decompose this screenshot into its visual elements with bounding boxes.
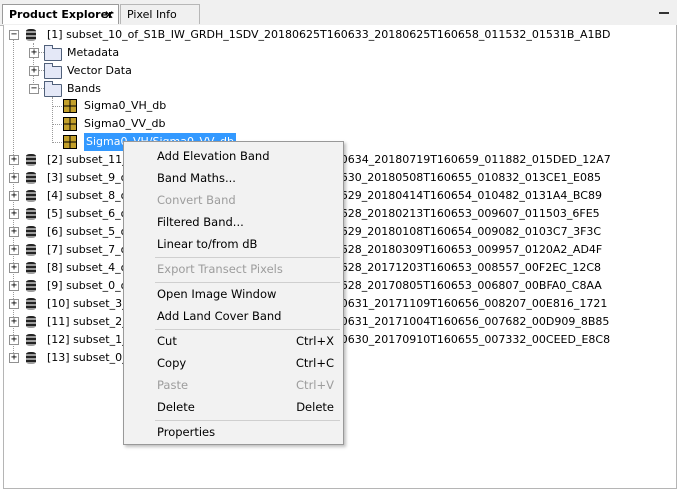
product-icon [26, 316, 36, 328]
menu-item-cut[interactable]: Cut Ctrl+X [124, 330, 343, 352]
tree-item-label: [1] subset_10_of_S1B_IW_GRDH_1SDV_201806… [47, 28, 611, 41]
expand-toggle-icon[interactable]: + [29, 66, 39, 76]
menu-item-label: Filtered Band... [157, 215, 244, 229]
menu-item-shortcut: Ctrl+C [295, 356, 334, 370]
product-icon [26, 280, 36, 292]
collapse-toggle-icon[interactable]: − [9, 30, 19, 40]
menu-item-export-transect-pixels: Export Transect Pixels [124, 258, 343, 280]
product-icon [26, 208, 36, 220]
product-icon [26, 298, 36, 310]
menu-item-label: Export Transect Pixels [157, 262, 283, 276]
tree-connector [52, 124, 62, 125]
minimize-icon[interactable] [659, 12, 669, 14]
product-icon [26, 154, 36, 166]
menu-item-label: Cut [157, 334, 177, 348]
expand-toggle-icon[interactable]: + [9, 299, 19, 309]
tab-pixel-info[interactable]: Pixel Info [120, 4, 200, 24]
menu-item-convert-band: Convert Band [124, 189, 343, 211]
context-menu: Add Elevation Band Band Maths... Convert… [123, 141, 344, 445]
menu-item-label: Band Maths... [157, 171, 236, 185]
tree-connector [52, 97, 53, 143]
tree-item-label: Sigma0_VH_db [84, 99, 167, 112]
expand-toggle-icon[interactable]: + [9, 263, 19, 273]
menu-item-label: Convert Band [157, 193, 236, 207]
tab-bar: Product Explorer ✕ Pixel Info [0, 0, 677, 26]
menu-item-linear-to-from-db[interactable]: Linear to/from dB [124, 233, 343, 255]
tree-item-label: Vector Data [67, 64, 132, 77]
menu-item-properties[interactable]: Properties [124, 421, 343, 443]
product-icon [26, 172, 36, 184]
menu-item-shortcut: Delete [296, 400, 334, 414]
menu-item-filtered-band[interactable]: Filtered Band... [124, 211, 343, 233]
expand-toggle-icon[interactable]: + [9, 317, 19, 327]
expand-toggle-icon[interactable]: + [9, 173, 19, 183]
collapse-toggle-icon[interactable]: − [29, 84, 39, 94]
expand-toggle-icon[interactable]: + [9, 245, 19, 255]
menu-item-band-maths[interactable]: Band Maths... [124, 167, 343, 189]
expand-toggle-icon[interactable]: + [9, 227, 19, 237]
product-icon [26, 29, 36, 41]
tab-pixel-info-label: Pixel Info [127, 8, 177, 21]
menu-item-label: Open Image Window [157, 287, 277, 301]
product-icon [26, 244, 36, 256]
expand-toggle-icon[interactable]: + [9, 353, 19, 363]
tree-connector [52, 142, 62, 143]
menu-item-label: Properties [157, 425, 216, 439]
close-icon[interactable]: ✕ [104, 5, 114, 25]
menu-item-shortcut: Ctrl+V [296, 378, 334, 392]
menu-item-open-image-window[interactable]: Open Image Window [124, 283, 343, 305]
menu-item-shortcut: Ctrl+X [296, 334, 334, 348]
menu-item-label: Delete [157, 400, 195, 414]
menu-item-delete[interactable]: Delete Delete [124, 396, 343, 418]
band-icon [63, 99, 77, 113]
folder-icon [44, 45, 62, 61]
expand-toggle-icon[interactable]: + [9, 281, 19, 291]
band-icon [63, 117, 77, 131]
product-icon [26, 262, 36, 274]
menu-item-label: Add Elevation Band [157, 149, 270, 163]
menu-item-label: Paste [157, 378, 189, 392]
expand-toggle-icon[interactable]: + [9, 335, 19, 345]
tree-item-label: Bands [67, 82, 101, 95]
menu-item-label: Copy [157, 356, 187, 370]
tree-connector [52, 106, 62, 107]
tab-product-explorer[interactable]: Product Explorer ✕ [2, 4, 119, 24]
menu-item-copy[interactable]: Copy Ctrl+C [124, 352, 343, 374]
menu-item-label: Linear to/from dB [157, 237, 258, 251]
product-icon [26, 226, 36, 238]
tree-item-label: Metadata [67, 46, 120, 59]
band-icon [63, 135, 77, 149]
product-icon [26, 352, 36, 364]
menu-item-add-land-cover-band[interactable]: Add Land Cover Band [124, 305, 343, 327]
folder-open-icon [44, 81, 62, 97]
menu-item-add-elevation-band[interactable]: Add Elevation Band [124, 145, 343, 167]
expand-toggle-icon[interactable]: + [9, 209, 19, 219]
tab-product-explorer-label: Product Explorer [9, 8, 114, 21]
expand-toggle-icon[interactable]: + [29, 48, 39, 58]
product-icon [26, 334, 36, 346]
menu-item-label: Add Land Cover Band [157, 309, 282, 323]
expand-toggle-icon[interactable]: + [9, 191, 19, 201]
expand-toggle-icon[interactable]: + [9, 155, 19, 165]
folder-icon [44, 63, 62, 79]
tree-item-label: Sigma0_VV_db [84, 117, 166, 130]
product-icon [26, 190, 36, 202]
menu-item-paste: Paste Ctrl+V [124, 374, 343, 396]
